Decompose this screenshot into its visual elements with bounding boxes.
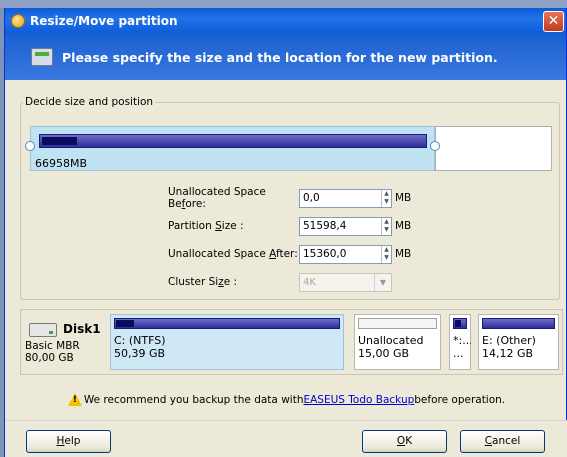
label-partition-size: Partition Size :	[168, 220, 244, 232]
advice-text: We recommend you backup the data with	[83, 393, 304, 406]
slider-selection[interactable]: 66958MB	[30, 126, 435, 171]
spin-up-icon[interactable]: ▲	[382, 218, 391, 227]
header-text: Please specify the size and the location…	[62, 49, 498, 65]
label-unallocated-before: Unallocated Space Before:	[168, 186, 266, 210]
unallocated-before-spinner[interactable]: ▲ ▼	[381, 189, 391, 207]
right-resize-handle[interactable]	[430, 141, 440, 151]
cancel-button[interactable]: Cancel	[460, 430, 545, 453]
disk-size: 80,00 GB	[25, 352, 74, 364]
slider-unallocated-area	[435, 126, 552, 171]
partition-icon	[31, 48, 53, 66]
advice-text-end: before operation.	[414, 393, 506, 406]
label-cluster-size: Cluster Size :	[168, 276, 238, 288]
easeus-todo-backup-link[interactable]: EASEUS Todo Backup	[303, 394, 414, 406]
chevron-down-icon[interactable]: ▼	[374, 273, 391, 291]
button-bar: Help OK Cancel	[5, 420, 567, 457]
close-button[interactable]: ✕	[543, 11, 564, 32]
row-unallocated-before: Unallocated Space Before: 0,0 ▲ ▼ MB	[168, 186, 412, 210]
disk-info: Disk1 Basic MBR 80,00 GB	[25, 320, 105, 370]
slider-usage-bar	[39, 134, 427, 148]
cluster-size-select[interactable]: 4K ▼	[299, 272, 392, 292]
partition-slider[interactable]: 66958MB	[25, 126, 552, 171]
spin-down-icon[interactable]: ▼	[382, 226, 391, 235]
spin-down-icon[interactable]: ▼	[382, 254, 391, 263]
slider-size-label: 66958MB	[35, 157, 88, 170]
partition-block-e[interactable]: E: (Other) 14,12 GB	[478, 314, 559, 370]
label-unallocated-after: Unallocated Space After:	[168, 248, 298, 260]
partition-block-hidden[interactable]: *:......	[449, 314, 471, 370]
unit-label: MB	[395, 248, 412, 260]
row-unallocated-after: Unallocated Space After: 15360,0 ▲ ▼ MB	[168, 244, 411, 264]
disk-map: Disk1 Basic MBR 80,00 GB C: (NTFS) 50,39 …	[20, 309, 563, 375]
unallocated-after-input[interactable]: 15360,0 ▲ ▼	[299, 244, 392, 264]
group-label: Decide size and position	[23, 96, 156, 108]
row-cluster-size: Cluster Size : 4K ▼	[168, 272, 392, 292]
spin-down-icon[interactable]: ▼	[382, 198, 391, 207]
desktop-background	[0, 0, 567, 8]
partition-size-value[interactable]: 51598,4	[300, 218, 381, 235]
partition-size-input[interactable]: 51598,4 ▲ ▼	[299, 216, 392, 236]
unallocated-before-value[interactable]: 0,0	[300, 190, 381, 207]
partition-label: *:......	[453, 334, 471, 360]
app-icon	[11, 14, 25, 28]
unallocated-after-spinner[interactable]: ▲ ▼	[381, 245, 391, 263]
warning-icon	[67, 393, 82, 406]
disk-name: Disk1	[63, 322, 101, 336]
unallocated-before-input[interactable]: 0,0 ▲ ▼	[299, 188, 392, 208]
partition-block-unallocated[interactable]: Unallocated 15,00 GB	[354, 314, 441, 370]
window-title: Resize/Move partition	[30, 14, 178, 28]
unit-label: MB	[395, 220, 412, 232]
ok-button[interactable]: OK	[362, 430, 447, 453]
hard-disk-icon	[29, 323, 57, 337]
partition-usage-bar	[114, 318, 340, 329]
partition-block-c[interactable]: C: (NTFS) 50,39 GB	[110, 314, 344, 370]
disk-details: Basic MBR 80,00 GB	[25, 340, 80, 364]
header-banner: Please specify the size and the location…	[5, 34, 566, 80]
partition-label: C: (NTFS) 50,39 GB	[114, 334, 166, 360]
title-bar[interactable]: Resize/Move partition	[5, 8, 566, 34]
partition-usage-bar	[482, 318, 555, 329]
unit-label: MB	[395, 192, 412, 204]
partition-label: Unallocated 15,00 GB	[358, 334, 424, 360]
partition-size-spinner[interactable]: ▲ ▼	[381, 217, 391, 235]
resize-move-dialog: Resize/Move partition ✕ Please specify t…	[4, 8, 567, 457]
spin-up-icon[interactable]: ▲	[382, 190, 391, 199]
cluster-size-value: 4K	[303, 276, 316, 288]
partition-used-fill	[116, 320, 134, 327]
row-partition-size: Partition Size : 51598,4 ▲ ▼ MB	[168, 216, 411, 236]
spin-up-icon[interactable]: ▲	[382, 246, 391, 255]
help-button[interactable]: Help	[26, 430, 111, 453]
slider-used-fill	[42, 137, 77, 145]
partition-label: E: (Other) 14,12 GB	[482, 334, 536, 360]
left-resize-handle[interactable]	[25, 141, 35, 151]
backup-advice: We recommend you backup the data with EA…	[5, 393, 567, 406]
partition-used-fill	[455, 320, 461, 327]
disk-type: Basic MBR	[25, 340, 80, 352]
unallocated-after-value[interactable]: 15360,0	[300, 246, 381, 263]
size-position-group: Decide size and position 66958MB Unalloc…	[20, 96, 560, 300]
partition-usage-bar	[358, 318, 437, 329]
partition-usage-bar	[453, 318, 467, 329]
